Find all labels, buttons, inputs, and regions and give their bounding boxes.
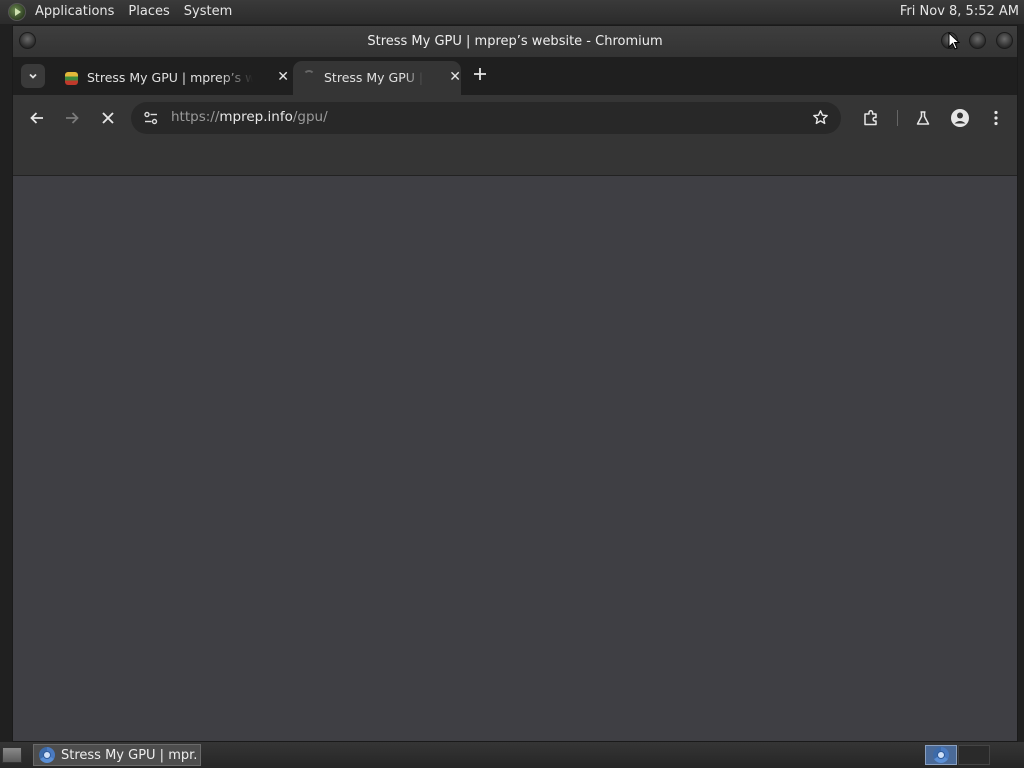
taskbar-window-label: Stress My GPU | mpr... — [61, 747, 196, 763]
tab-search-button[interactable] — [21, 64, 45, 88]
labs-flask-icon — [916, 111, 930, 125]
tab-stress-my-gpu-2[interactable]: Stress My GPU | mprep’s website ✕ — [293, 61, 461, 95]
chromium-icon — [39, 747, 55, 763]
labs-button[interactable] — [913, 108, 933, 128]
clock[interactable]: Fri Nov 8, 5:52 AM — [900, 0, 1019, 24]
profile-button[interactable] — [950, 108, 970, 128]
workspace-1[interactable] — [925, 745, 957, 765]
loading-spinner-icon — [303, 70, 315, 82]
plus-icon — [474, 68, 486, 80]
profile-icon — [951, 109, 969, 127]
bookmarks-bar — [13, 141, 1017, 176]
tab-strip: Stress My GPU | mprep’s website ✕ Stress… — [13, 57, 1017, 95]
distro-logo-icon[interactable] — [8, 3, 26, 21]
bookmark-star-icon[interactable] — [812, 109, 829, 130]
tab-stress-my-gpu-1[interactable]: Stress My GPU | mprep’s website ✕ — [53, 61, 289, 95]
back-button[interactable] — [27, 108, 47, 128]
stop-icon — [102, 112, 114, 124]
address-bar[interactable]: https://mprep.info/gpu/ — [131, 102, 841, 134]
chrome-menu-button[interactable] — [986, 108, 1006, 128]
show-desktop-icon[interactable] — [2, 747, 22, 763]
bottom-panel: Stress My GPU | mpr... — [0, 742, 1024, 768]
tab-close-icon[interactable]: ✕ — [449, 69, 461, 85]
workspace-2[interactable] — [958, 745, 990, 765]
site-info-icon[interactable] — [143, 110, 159, 130]
tab-title: Stress My GPU | mprep’s website — [324, 70, 424, 85]
url-scheme: https:// — [171, 109, 220, 125]
favicon-icon — [65, 72, 78, 85]
extensions-button[interactable] — [861, 108, 881, 128]
close-window-button[interactable] — [996, 32, 1013, 49]
menu-icon — [994, 110, 998, 126]
window-titlebar[interactable]: Stress My GPU | mprep’s website - Chromi… — [13, 26, 1017, 57]
top-panel: Applications Places System Fri Nov 8, 5:… — [0, 0, 1024, 24]
tab-close-icon[interactable]: ✕ — [277, 69, 289, 85]
window-title: Stress My GPU | mprep’s website - Chromi… — [367, 34, 663, 49]
browser-window: Stress My GPU | mprep’s website - Chromi… — [12, 25, 1018, 742]
taskbar-window-button[interactable]: Stress My GPU | mpr... — [33, 744, 201, 766]
applications-menu[interactable]: Applications — [28, 0, 121, 24]
chromium-icon — [933, 747, 949, 763]
forward-button[interactable] — [62, 108, 82, 128]
chevron-down-icon — [29, 73, 37, 79]
tab-title: Stress My GPU | mprep’s website — [87, 70, 253, 85]
browser-toolbar: https://mprep.info/gpu/ — [13, 95, 1017, 141]
maximize-button[interactable] — [969, 32, 986, 49]
url-host: mprep.info — [219, 109, 293, 125]
url-text[interactable]: https://mprep.info/gpu/ — [171, 109, 328, 125]
stop-loading-button[interactable] — [98, 108, 118, 128]
places-menu[interactable]: Places — [121, 0, 176, 24]
back-arrow-icon — [30, 112, 43, 124]
page-content[interactable] — [13, 176, 1017, 741]
url-path: /gpu/ — [292, 109, 328, 125]
system-menu[interactable]: System — [177, 0, 239, 24]
extensions-icon — [864, 109, 877, 126]
mouse-cursor-icon — [948, 31, 961, 54]
window-menu-button[interactable] — [19, 32, 36, 49]
toolbar-divider — [897, 110, 898, 126]
new-tab-button[interactable] — [471, 63, 489, 86]
forward-arrow-icon — [66, 112, 79, 124]
